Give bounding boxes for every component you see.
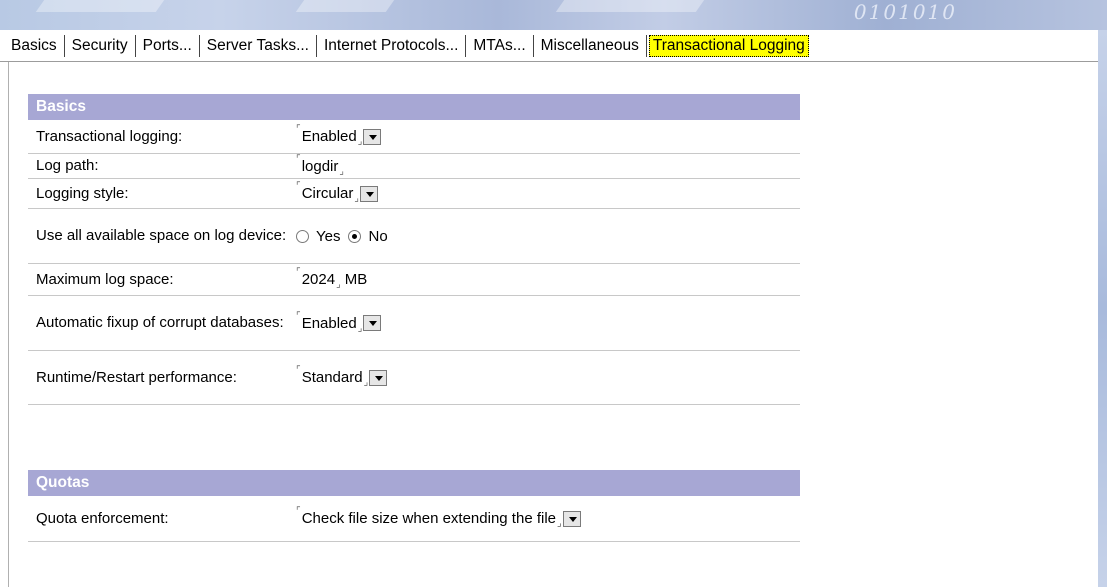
field-label: Use all available space on log device: bbox=[36, 227, 287, 244]
tab-transactional-logging[interactable]: Transactional Logging bbox=[648, 34, 809, 57]
auto-fixup-select[interactable]: ⌜ Enabled ⌟ bbox=[296, 311, 382, 334]
transactional-logging-select[interactable]: ⌜ Enabled ⌟ bbox=[296, 124, 382, 147]
dropdown-arrow-icon[interactable] bbox=[562, 510, 581, 527]
section-basics: Basics Transactional logging: ⌜ Enabled … bbox=[28, 94, 800, 405]
tab-internet-protocols[interactable]: Internet Protocols... bbox=[319, 37, 463, 55]
section-quotas: Quotas Quota enforcement: ⌜ Check file s… bbox=[28, 470, 800, 542]
dropdown-arrow-icon[interactable] bbox=[363, 128, 382, 145]
row-transactional-logging: Transactional logging: ⌜ Enabled ⌟ bbox=[28, 120, 800, 154]
banner-streak bbox=[555, 0, 705, 12]
field-start-corner-icon: ⌜ bbox=[296, 365, 301, 376]
field-label: Runtime/Restart performance: bbox=[36, 368, 237, 386]
row-quota-enforcement: Quota enforcement: ⌜ Check file size whe… bbox=[28, 496, 800, 542]
field-start-corner-icon: ⌜ bbox=[296, 124, 301, 135]
field-label: Maximum log space: bbox=[36, 270, 174, 288]
field-start-corner-icon: ⌜ bbox=[296, 310, 301, 322]
max-log-space-input[interactable]: ⌜ 2024 ⌟ MB bbox=[296, 267, 368, 290]
select-value: Enabled bbox=[301, 314, 357, 332]
radio-label: Yes bbox=[316, 227, 341, 245]
radio-checked-icon bbox=[348, 229, 362, 243]
section-header-quotas: Quotas bbox=[28, 470, 800, 496]
tab-separator bbox=[63, 34, 65, 57]
section-header-basics: Basics bbox=[28, 94, 800, 120]
tab-ports[interactable]: Ports... bbox=[138, 37, 197, 55]
field-end-corner-icon: ⌟ bbox=[357, 322, 363, 334]
tab-bar: Basics Security Ports... Server Tasks...… bbox=[0, 30, 1107, 62]
use-all-space-radio-group: Yes No bbox=[296, 228, 396, 245]
tab-security[interactable]: Security bbox=[67, 37, 133, 55]
dropdown-arrow-icon[interactable] bbox=[363, 315, 382, 331]
tab-miscellaneous[interactable]: Miscellaneous bbox=[536, 37, 644, 55]
field-end-corner-icon: ⌟ bbox=[557, 518, 562, 529]
tab-separator bbox=[134, 34, 136, 57]
field-end-corner-icon: ⌟ bbox=[363, 377, 369, 388]
select-value: Enabled bbox=[301, 128, 357, 145]
radio-label: No bbox=[368, 227, 388, 245]
unit-label: MB bbox=[344, 271, 368, 288]
row-auto-fixup: Automatic fixup of corrupt databases: ⌜ … bbox=[28, 296, 800, 351]
banner-streak bbox=[295, 0, 395, 12]
tab-separator bbox=[198, 34, 200, 57]
field-label: Automatic fixup of corrupt databases: bbox=[36, 314, 284, 331]
radio-no[interactable]: No bbox=[348, 227, 388, 245]
row-logging-style: Logging style: ⌜ Circular ⌟ bbox=[28, 179, 800, 209]
select-value: Check file size when extending the file bbox=[301, 510, 556, 527]
field-end-corner-icon: ⌟ bbox=[354, 193, 360, 204]
field-label: Transactional logging: bbox=[36, 127, 183, 145]
field-end-corner-icon: ⌟ bbox=[357, 136, 363, 147]
tab-server-tasks[interactable]: Server Tasks... bbox=[202, 37, 314, 55]
right-decorative-panel bbox=[1098, 30, 1107, 587]
field-end-corner-icon: ⌟ bbox=[336, 279, 341, 290]
field-start-corner-icon: ⌜ bbox=[296, 153, 301, 165]
field-start-corner-icon: ⌜ bbox=[296, 506, 301, 517]
runtime-restart-select[interactable]: ⌜ Standard ⌟ bbox=[296, 365, 388, 388]
field-label: Quota enforcement: bbox=[36, 509, 169, 527]
dropdown-arrow-icon[interactable] bbox=[360, 185, 379, 202]
dropdown-arrow-icon[interactable] bbox=[369, 369, 388, 386]
field-start-corner-icon: ⌜ bbox=[296, 181, 301, 192]
input-value: logdir bbox=[301, 157, 339, 175]
row-max-log-space: Maximum log space: ⌜ 2024 ⌟ MB bbox=[28, 264, 800, 296]
field-start-corner-icon: ⌜ bbox=[296, 267, 301, 278]
row-runtime-restart: Runtime/Restart performance: ⌜ Standard … bbox=[28, 351, 800, 405]
radio-yes[interactable]: Yes bbox=[296, 228, 340, 245]
tab-separator bbox=[465, 34, 467, 57]
banner-streak bbox=[35, 0, 165, 12]
tab-mtas[interactable]: MTAs... bbox=[468, 37, 530, 55]
field-label: Log path: bbox=[36, 157, 99, 174]
banner-binary-decoration: 0101010 bbox=[853, 0, 957, 24]
tab-separator bbox=[532, 34, 534, 57]
header-banner: 0101010 bbox=[0, 0, 1107, 30]
tab-basics[interactable]: Basics bbox=[6, 37, 62, 55]
row-log-path: Log path: ⌜ logdir ⌟ bbox=[28, 154, 800, 179]
input-value: 2024 bbox=[301, 271, 336, 288]
row-use-all-space: Use all available space on log device: Y… bbox=[28, 209, 800, 264]
field-end-corner-icon: ⌟ bbox=[339, 165, 345, 177]
tab-separator bbox=[315, 34, 317, 57]
radio-unchecked-icon bbox=[296, 229, 309, 243]
tab-separator bbox=[645, 34, 647, 57]
select-value: Circular bbox=[301, 185, 354, 202]
select-value: Standard bbox=[301, 369, 363, 386]
field-label: Logging style: bbox=[36, 184, 129, 202]
logging-style-select[interactable]: ⌜ Circular ⌟ bbox=[296, 181, 379, 204]
log-path-input[interactable]: ⌜ logdir ⌟ bbox=[296, 154, 345, 177]
quota-enforcement-select[interactable]: ⌜ Check file size when extending the fil… bbox=[296, 506, 581, 529]
content-left-border bbox=[8, 62, 9, 587]
